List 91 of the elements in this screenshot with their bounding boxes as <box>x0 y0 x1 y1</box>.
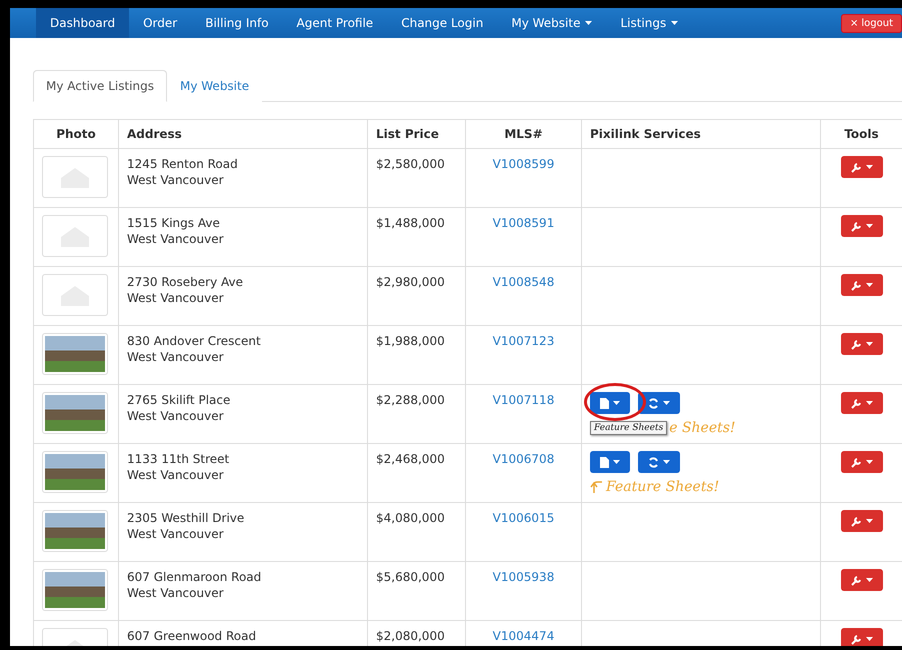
tools-button[interactable] <box>840 510 882 532</box>
annotation-text: Feature Sheets! <box>606 479 720 495</box>
price-text: $1,988,000 <box>376 333 446 349</box>
file-icon <box>600 456 609 468</box>
address-text: 2730 Rosebery Ave <box>127 274 244 290</box>
nav-link[interactable]: Billing Info <box>191 8 283 38</box>
wrench-icon <box>850 574 862 586</box>
tools-button[interactable] <box>840 156 882 178</box>
mls-link[interactable]: V1008591 <box>492 216 554 230</box>
mls-link[interactable]: V1008548 <box>492 275 554 289</box>
price-text: $1,488,000 <box>376 215 446 231</box>
nav-link[interactable]: Change Login <box>387 8 498 38</box>
address-text: 2305 Westhill Drive <box>127 510 246 526</box>
nav-link[interactable]: Agent Profile <box>282 8 388 38</box>
file-icon <box>600 398 609 408</box>
city-text: West Vancouver <box>127 467 225 483</box>
wrench-icon <box>850 456 862 468</box>
price-text: $2,980,000 <box>376 274 446 290</box>
caret-icon <box>866 224 872 228</box>
wrench-icon <box>850 338 862 350</box>
city-text: West Vancouver <box>127 349 225 365</box>
price-text: $4,080,000 <box>376 510 446 526</box>
mls-link[interactable]: V1007123 <box>492 334 554 348</box>
nav-link[interactable]: Order <box>129 8 192 38</box>
refresh-icon <box>648 456 659 468</box>
wrench-icon <box>850 280 862 290</box>
city-text: West Vancouver <box>127 290 225 306</box>
price-text: $2,468,000 <box>376 451 446 467</box>
column-header: List Price <box>368 120 466 148</box>
refresh-button[interactable] <box>638 451 680 473</box>
caret-icon <box>866 401 872 405</box>
mls-link[interactable]: V1006015 <box>492 511 554 525</box>
tools-button[interactable] <box>840 333 882 355</box>
feature-sheets-button[interactable] <box>590 392 630 414</box>
caret-icon <box>866 637 872 641</box>
wrench-icon <box>850 516 862 526</box>
mls-link[interactable]: V1005938 <box>492 570 554 584</box>
mls-link[interactable]: V1007118 <box>492 393 554 407</box>
caret-icon <box>663 401 670 405</box>
nav-link[interactable]: Listings <box>606 8 692 38</box>
logout-button[interactable]: × logout <box>840 14 902 32</box>
city-text: West Vancouver <box>127 526 225 542</box>
caret-icon <box>866 342 872 346</box>
caret-icon <box>866 460 872 464</box>
nav-link[interactable]: My Website <box>497 8 606 38</box>
caret-icon <box>866 283 872 287</box>
caret-icon <box>866 165 872 169</box>
feature-sheets-button[interactable] <box>590 451 630 473</box>
price-text: $2,080,000 <box>376 628 446 644</box>
address-text: 1515 Kings Ave <box>127 215 221 231</box>
caret-icon <box>866 578 872 582</box>
tools-button[interactable] <box>840 392 882 414</box>
caret-icon <box>613 460 620 464</box>
column-header: Pixilink Services <box>582 120 820 148</box>
tooltip: Feature Sheets <box>590 421 668 435</box>
address-text: 2765 Skilift Place <box>127 392 232 408</box>
wrench-icon <box>850 162 862 172</box>
mls-link[interactable]: V1006708 <box>492 452 554 466</box>
annotation-text: e Sheets! <box>669 420 736 436</box>
refresh-button[interactable] <box>638 392 680 414</box>
nav-link[interactable]: Dashboard <box>36 8 130 38</box>
city-text: West Vancouver <box>127 172 225 188</box>
wrench-icon <box>850 398 862 408</box>
wrench-icon <box>850 634 862 644</box>
refresh-icon <box>648 398 659 408</box>
caret-icon <box>866 519 872 523</box>
address-text: 607 Glenmaroon Road <box>127 569 262 585</box>
column-header: Photo <box>34 120 118 148</box>
tab[interactable]: My Active Listings <box>33 70 167 102</box>
wrench-icon <box>850 220 862 232</box>
address-text: 1133 11th Street <box>127 451 230 467</box>
price-text: $5,680,000 <box>376 569 446 585</box>
mls-link[interactable]: V1008599 <box>492 157 554 171</box>
tools-button[interactable] <box>840 215 882 237</box>
city-text: West Vancouver <box>127 231 225 247</box>
price-text: $2,288,000 <box>376 392 446 408</box>
column-header: MLS# <box>466 120 582 148</box>
city-text: West Vancouver <box>127 585 225 601</box>
address-text: 607 Greenwood Road <box>127 628 258 644</box>
column-header: Tools <box>820 120 902 148</box>
city-text: West Vancouver <box>127 408 225 424</box>
address-text: 830 Andover Crescent <box>127 333 262 349</box>
price-text: $2,580,000 <box>376 156 446 172</box>
tools-button[interactable] <box>840 628 882 646</box>
tools-button[interactable] <box>840 569 882 591</box>
caret-icon <box>663 460 670 464</box>
caret-icon <box>613 401 620 405</box>
column-header: Address <box>118 120 368 148</box>
tools-button[interactable] <box>840 451 882 473</box>
tools-button[interactable] <box>840 274 882 296</box>
address-text: 1245 Renton Road <box>127 156 239 172</box>
